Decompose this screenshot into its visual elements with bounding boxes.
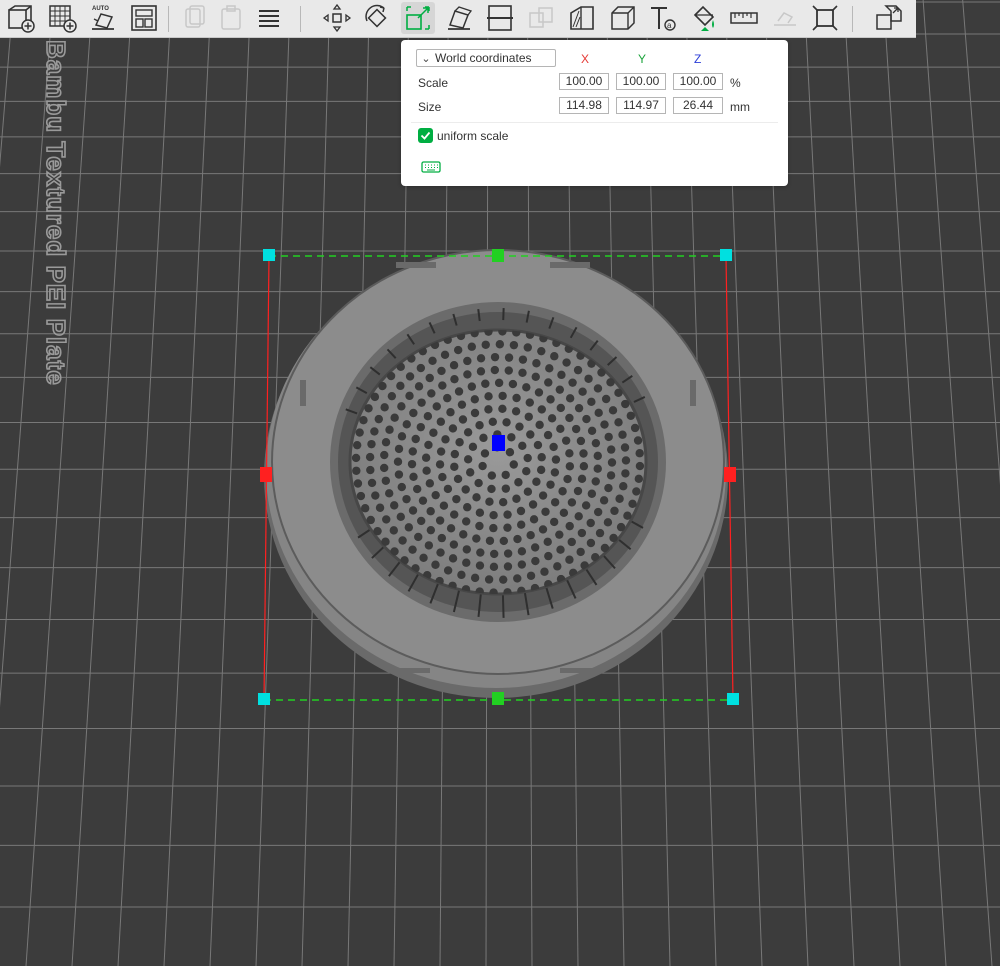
split-icon[interactable] — [524, 2, 558, 34]
plate-name-text: Bambu Textured PEI Plate — [44, 40, 68, 386]
scale-z-input[interactable]: 100.00 — [673, 73, 723, 90]
checkmark-icon — [420, 131, 431, 140]
coordinate-mode-dropdown[interactable]: ⌄ World coordinates — [416, 49, 556, 67]
scale-row-label: Scale — [418, 76, 449, 90]
handle-y-top[interactable] — [492, 249, 504, 262]
add-plate-grid-icon[interactable] — [45, 2, 79, 34]
copy-icon[interactable] — [178, 2, 212, 34]
support-paint-icon[interactable] — [565, 2, 599, 34]
chevron-down-icon: ⌄ — [421, 52, 431, 65]
lay-on-face-icon[interactable] — [442, 2, 476, 34]
paint-bucket-icon[interactable] — [687, 2, 721, 34]
add-cube-icon[interactable] — [4, 2, 38, 34]
puzzle-icon[interactable] — [872, 2, 906, 34]
handle-corner-bottom-left[interactable] — [258, 693, 270, 705]
brim-frame-icon[interactable] — [808, 2, 842, 34]
box-icon[interactable] — [606, 2, 640, 34]
keyboard-icon[interactable] — [421, 160, 441, 174]
handle-corner-top-right[interactable] — [720, 249, 732, 261]
move-arrows-icon[interactable] — [320, 2, 354, 34]
scale-y-input[interactable]: 100.00 — [616, 73, 666, 90]
size-y-input[interactable]: 114.97 — [616, 97, 666, 114]
uniform-scale-checkbox[interactable] — [418, 128, 433, 143]
top-toolbar: AUTO a — [0, 0, 916, 38]
scale-panel: ⌄ World coordinates X Y Z Scale 100.00 1… — [401, 40, 788, 186]
svg-text:a: a — [667, 21, 672, 30]
axis-x-label: X — [581, 52, 590, 66]
text-icon[interactable]: a — [646, 2, 680, 34]
axis-y-label: Y — [638, 52, 647, 66]
handle-x-right[interactable] — [724, 467, 736, 482]
scale-icon[interactable] — [401, 2, 435, 34]
svg-text:AUTO: AUTO — [92, 6, 109, 12]
plate-name-label: Bambu Textured PEI Plate — [44, 40, 68, 387]
size-row-label: Size — [418, 100, 442, 114]
scale-x-input[interactable]: 100.00 — [559, 73, 609, 90]
menu-lines-icon[interactable] — [252, 2, 286, 34]
handle-x-left[interactable] — [260, 467, 272, 482]
cut-icon[interactable] — [483, 2, 517, 34]
panel-divider — [411, 122, 778, 123]
paste-icon[interactable] — [214, 2, 248, 34]
size-z-input[interactable]: 26.44 — [673, 97, 723, 114]
arrange-icon[interactable] — [127, 2, 161, 34]
handle-z-center[interactable] — [492, 435, 505, 451]
size-x-input[interactable]: 114.98 — [559, 97, 609, 114]
auto-orient-icon[interactable]: AUTO — [86, 2, 120, 34]
model-object[interactable] — [264, 249, 728, 698]
handle-corner-top-left[interactable] — [263, 249, 275, 261]
handle-y-bottom[interactable] — [492, 692, 504, 705]
handle-corner-bottom-right[interactable] — [727, 693, 739, 705]
coordinate-mode-value: World coordinates — [435, 51, 532, 65]
axis-z-label: Z — [694, 52, 702, 66]
ruler-icon[interactable] — [727, 2, 761, 34]
assembly-icon[interactable] — [768, 2, 802, 34]
size-unit: mm — [730, 100, 750, 114]
scale-unit: % — [730, 76, 741, 90]
rotate-icon[interactable] — [360, 2, 394, 34]
uniform-scale-label: uniform scale — [437, 129, 509, 143]
